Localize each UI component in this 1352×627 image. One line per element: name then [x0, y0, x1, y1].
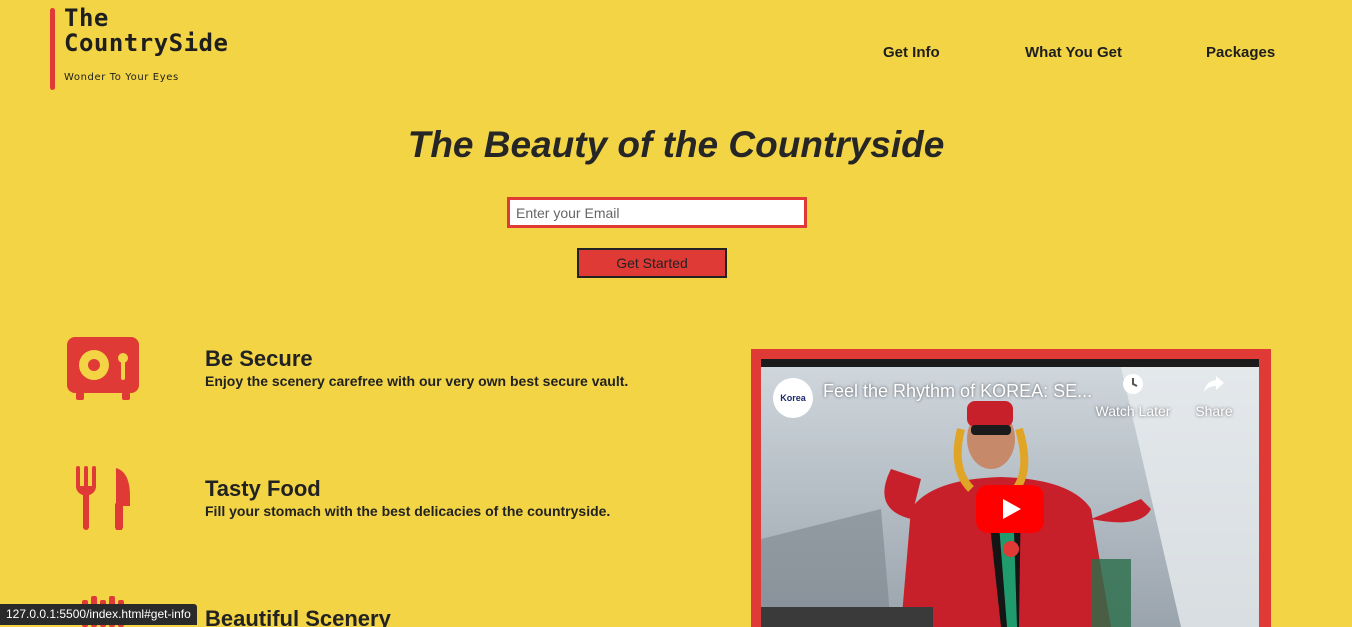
feature-title-food: Tasty Food	[205, 476, 321, 501]
feature-title-scenery: Beautiful Scenery	[205, 606, 391, 627]
nav-item-packages[interactable]: Packages	[1206, 44, 1275, 61]
watch-later-button[interactable]: Watch Later	[1093, 372, 1173, 419]
share-label: Share	[1195, 403, 1233, 419]
clock-icon	[1123, 374, 1143, 394]
share-icon	[1204, 376, 1224, 392]
video-bottom-overlay	[761, 607, 933, 627]
utensils-icon	[76, 466, 130, 530]
vault-icon	[67, 337, 139, 400]
video-player[interactable]: Korea Feel the Rhythm of KOREA: SE... Wa…	[761, 359, 1259, 627]
feature-desc-secure: Enjoy the scenery carefree with our very…	[205, 373, 629, 389]
email-input[interactable]	[507, 197, 807, 228]
get-started-button[interactable]: Get Started	[577, 248, 727, 278]
nav-item-what-you-get[interactable]: What You Get	[1025, 44, 1122, 61]
feature-title-secure: Be Secure	[205, 346, 313, 371]
logo-tagline: Wonder To Your Eyes	[64, 72, 179, 83]
nav-item-get-info[interactable]: Get Info	[883, 44, 940, 61]
main-nav: Get Info What You Get Packages	[0, 44, 1352, 64]
play-icon[interactable]	[976, 485, 1044, 533]
watch-later-label: Watch Later	[1095, 403, 1171, 419]
channel-avatar[interactable]: Korea	[773, 378, 813, 418]
share-button[interactable]: Share	[1174, 372, 1254, 419]
status-bar-url: 127.0.0.1:5500/index.html#get-info	[0, 604, 197, 625]
logo-title-line1: The	[64, 4, 109, 32]
feature-desc-food: Fill your stomach with the best delicaci…	[205, 503, 611, 519]
video-frame: Korea Feel the Rhythm of KOREA: SE... Wa…	[751, 349, 1271, 627]
hero-title: The Beauty of the Countryside	[407, 124, 945, 165]
video-title[interactable]: Feel the Rhythm of KOREA: SE...	[823, 381, 1092, 402]
